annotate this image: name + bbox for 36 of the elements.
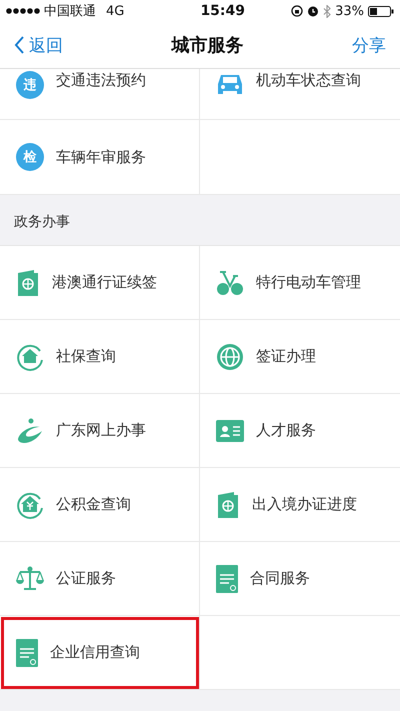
swoosh-icon (16, 416, 44, 444)
service-item[interactable]: 违 交通违法预约 (0, 69, 200, 120)
home-icon (16, 342, 44, 370)
bluetooth-icon (323, 4, 332, 18)
signal-icon (6, 8, 40, 14)
service-item[interactable]: 企业信用查询 (0, 616, 200, 690)
bicycle-icon (216, 268, 244, 296)
passport-icon (16, 268, 40, 296)
alarm-icon (307, 5, 320, 17)
service-item[interactable]: 机动车状态查询 (200, 69, 400, 120)
battery-icon (368, 6, 394, 16)
globe-icon (216, 342, 244, 370)
scale-icon (16, 566, 44, 592)
service-badge: 违 (16, 71, 44, 99)
yen-house-icon (16, 490, 44, 518)
document-icon (216, 564, 238, 592)
lock-rotation-icon (291, 5, 304, 17)
service-item[interactable]: 公积金查询 (0, 468, 200, 542)
carrier-name: 中国联通 (44, 3, 96, 20)
section-heading: 政务办事 (13, 213, 71, 232)
service-badge: 检 (16, 143, 44, 171)
battery-percent: 33% (335, 4, 364, 18)
chevron-left-icon (14, 36, 25, 54)
network-type: 4G (106, 4, 124, 18)
passport-icon (216, 490, 240, 518)
service-item[interactable]: 检 车辆年审服务 (0, 120, 200, 195)
document-icon (16, 638, 38, 666)
page-title: 城市服务 (172, 34, 244, 57)
service-item[interactable]: 社保查询 (0, 320, 200, 394)
share-button[interactable]: 分享 (352, 34, 386, 56)
clock-time: 15:49 (200, 3, 246, 19)
service-item[interactable]: 广东网上办事 (0, 394, 200, 468)
service-item[interactable]: 公证服务 (0, 542, 200, 616)
back-button[interactable]: 返回 (14, 34, 63, 56)
id-card-icon (216, 420, 244, 442)
service-item[interactable]: 港澳通行证续签 (0, 246, 200, 320)
